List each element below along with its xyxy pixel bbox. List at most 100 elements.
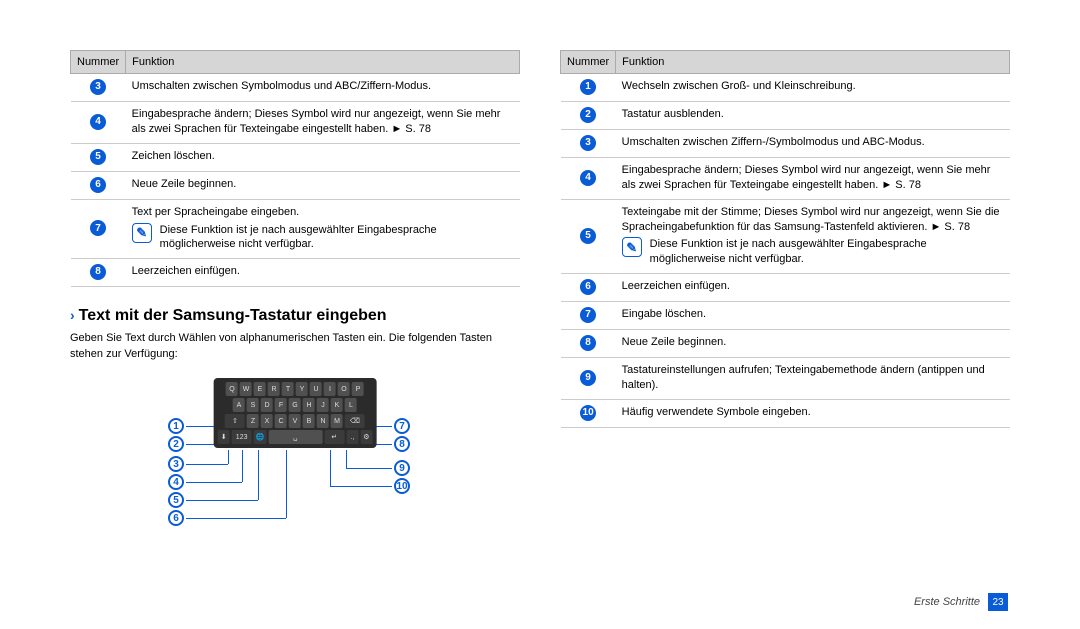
number-badge: 1	[580, 79, 596, 95]
callout-9: 9	[394, 460, 410, 476]
number-badge: 4	[580, 170, 596, 186]
row-function-cell: Neue Zeile beginnen.	[126, 171, 520, 199]
keyboard-key: Z	[247, 414, 259, 428]
keyboard-key: J	[317, 398, 329, 412]
left-table: Nummer Funktion 3Umschalten zwischen Sym…	[70, 50, 520, 287]
table-row: 3 Umschalten zwischen Symbolmodus und ABC…	[71, 74, 520, 102]
row-function-cell: Umschalten zwischen Symbolmodus und ABC/…	[126, 74, 520, 102]
footer-page-number: 23	[988, 593, 1008, 611]
row-text: Eingabe löschen.	[622, 307, 1004, 322]
row-function-cell: Umschalten zwischen Ziffern-/Symbolmodus…	[616, 130, 1010, 158]
keyboard-key: L	[345, 398, 357, 412]
note-row: ✎Diese Funktion ist je nach ausgewählter…	[132, 223, 514, 253]
row-text: Texteingabe mit der Stimme; Dieses Symbo…	[622, 205, 1004, 235]
keyboard-key: Q	[226, 382, 238, 396]
keyboard-key: I	[324, 382, 336, 396]
row-number-cell: 3	[71, 74, 126, 102]
keyboard-key: O	[338, 382, 350, 396]
keyboard-key: K	[331, 398, 343, 412]
row-number-cell: 5	[561, 199, 616, 273]
row-number-cell: 6	[561, 274, 616, 302]
samsung-keyboard-illustration: QWERTYUIOP ASDFGHJKL ⇧ZXCVBNM⌫ ⬇123🌐␣↵.,…	[214, 378, 377, 448]
settings-key: ⚙	[360, 430, 372, 444]
note-row: ✎ Diese Funktion ist je nach ausgewählter…	[622, 237, 1004, 267]
language-key: 🌐	[254, 430, 267, 444]
row-function-cell: Eingabesprache ändern; Dieses Symbol wir…	[616, 158, 1010, 200]
row-function-cell: Zeichen löschen.	[126, 143, 520, 171]
callout-2: 2	[168, 436, 184, 452]
keyboard-key: E	[254, 382, 266, 396]
row-text: Text per Spracheingabe eingeben.	[132, 205, 514, 220]
keyboard-figure: QWERTYUIOP ASDFGHJKL ⇧ZXCVBNM⌫ ⬇123🌐␣↵.,…	[70, 378, 520, 548]
number-badge: 6	[580, 279, 596, 295]
row-number-cell: 3	[561, 130, 616, 158]
left-column: Nummer Funktion 3Umschalten zwischen Sym…	[70, 50, 520, 548]
keyboard-key: F	[275, 398, 287, 412]
footer-section: Erste Schritte	[914, 596, 980, 608]
table-row: 6 Neue Zeile beginnen.	[71, 171, 520, 199]
number-badge: 5	[90, 149, 106, 165]
note-text: Diese Funktion ist je nach ausgewählter …	[650, 237, 1004, 267]
table-row: 5Texteingabe mit der Stimme; Dieses Symb…	[561, 199, 1010, 273]
row-number-cell: 4	[561, 158, 616, 200]
numbers-key: 123	[232, 430, 252, 444]
row-text: Neue Zeile beginnen.	[132, 177, 514, 192]
number-badge: 10	[580, 405, 596, 421]
row-text: Eingabesprache ändern; Dieses Symbol wir…	[622, 163, 1004, 193]
row-text: Leerzeichen einfügen.	[622, 279, 1004, 294]
table-row: 9Tastatureinstellungen aufrufen; Textein…	[561, 358, 1010, 400]
keyboard-key: M	[331, 414, 343, 428]
row-function-cell: Eingabesprache ändern; Dieses Symbol wir…	[126, 102, 520, 144]
row-function-cell: Eingabe löschen.	[616, 302, 1010, 330]
right-table: Nummer Funktion 1 Wechseln zwischen Groß-…	[560, 50, 1010, 428]
note-icon: ✎	[132, 223, 152, 243]
row-function-cell: Wechseln zwischen Groß- und Kleinschreib…	[616, 74, 1010, 102]
keyboard-key: U	[310, 382, 322, 396]
keyboard-key: W	[240, 382, 252, 396]
row-number-cell: 1	[561, 74, 616, 102]
callout-5: 5	[168, 492, 184, 508]
callout-8: 8	[394, 436, 410, 452]
row-text: Tastatureinstellungen aufrufen; Texteing…	[622, 363, 1004, 393]
row-function-cell: Tastatureinstellungen aufrufen; Texteing…	[616, 358, 1010, 400]
row-number-cell: 5	[71, 143, 126, 171]
row-function-cell: Tastatur ausblenden.	[616, 102, 1010, 130]
keyboard-key: R	[268, 382, 280, 396]
space-key: ␣	[268, 430, 322, 444]
keyboard-key: X	[261, 414, 273, 428]
keyboard-key: N	[317, 414, 329, 428]
row-number-cell: 9	[561, 358, 616, 400]
enter-key: ↵	[324, 430, 344, 444]
number-badge: 8	[90, 264, 106, 280]
row-text: Zeichen löschen.	[132, 149, 514, 164]
row-function-cell: Texteingabe mit der Stimme; Dieses Symbo…	[616, 199, 1010, 273]
table-row: 7Eingabe löschen.	[561, 302, 1010, 330]
callout-6: 6	[168, 510, 184, 526]
hide-keyboard-key: ⬇	[218, 430, 230, 444]
keyboard-key: D	[261, 398, 273, 412]
table-row: 7 Text per Spracheingabe eingeben. ✎Diese …	[71, 199, 520, 259]
number-badge: 3	[580, 135, 596, 151]
table-row: 8Leerzeichen einfügen.	[71, 259, 520, 287]
table-row: 2Tastatur ausblenden.	[561, 102, 1010, 130]
col-header-number-r: Nummer	[561, 51, 616, 74]
keyboard-key: B	[303, 414, 315, 428]
row-number-cell: 8	[71, 259, 126, 287]
chevron-right-icon: ›	[70, 307, 75, 323]
number-badge: 3	[90, 79, 106, 95]
row-text: Tastatur ausblenden.	[622, 107, 1004, 122]
keyboard-key: H	[303, 398, 315, 412]
heading-intro: Geben Sie Text durch Wählen von alphanum…	[70, 331, 520, 362]
row-number-cell: 8	[561, 330, 616, 358]
page-footer: Erste Schritte 23	[914, 593, 1008, 611]
callout-1: 1	[168, 418, 184, 434]
page-body: Nummer Funktion 3 Umschalten zwischen Sym…	[0, 0, 1080, 588]
keyboard-key: T	[282, 382, 294, 396]
row-number-cell: 10	[561, 399, 616, 427]
note-icon: ✎	[622, 237, 642, 257]
number-badge: 4	[90, 114, 106, 130]
row-number-cell: 6	[71, 171, 126, 199]
row-number-cell: 7	[71, 199, 126, 259]
col-header-function-r: Funktion	[616, 51, 1010, 74]
row-text: Umschalten zwischen Symbolmodus und ABC/…	[132, 79, 514, 94]
